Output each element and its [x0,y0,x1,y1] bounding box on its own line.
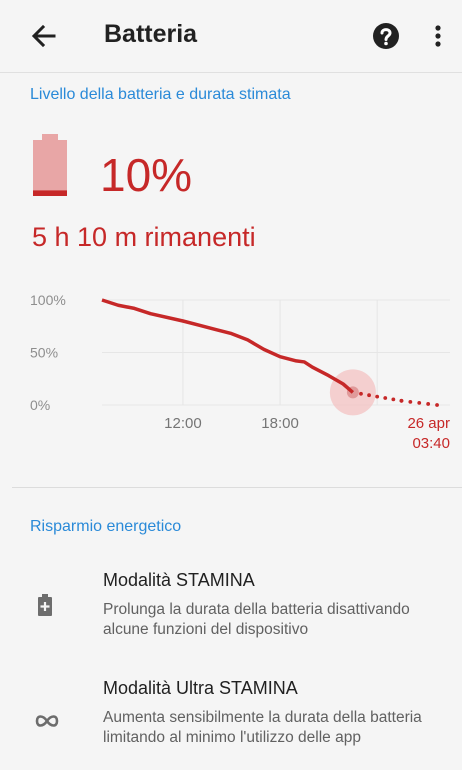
ultra-stamina-mode-description: Aumenta sensibilmente la durata della ba… [103,709,422,746]
battery-plus-icon [38,594,52,616]
battery-level-line [101,298,355,394]
help-button[interactable] [370,20,402,52]
y-tick-label: 50% [30,345,58,361]
infinity-icon [35,715,59,727]
arrow-left-icon [31,24,56,48]
projection-dot [391,397,396,402]
projection-dot [367,393,371,398]
projection-dot [435,403,439,407]
end-date-label: 26 apr [407,415,450,432]
projection-dot [417,401,422,405]
projection-dot [408,399,413,404]
help-circle-icon [373,23,399,49]
more-vert-icon [435,25,441,47]
projection-dot [375,394,380,399]
section-divider [12,487,462,488]
battery-percentage: 10% [100,149,193,201]
stamina-mode-title: Modalità STAMINA [103,570,255,590]
stamina-mode-item[interactable]: Modalità STAMINA Prolunga la durata dell… [0,560,462,650]
ultra-stamina-mode-item[interactable]: Modalità Ultra STAMINA Aumenta sensibilm… [0,668,462,770]
end-time-label: 03:40 [412,435,450,452]
projection-dot [426,402,431,406]
x-tick-label: 12:00 [164,415,202,432]
stamina-mode-description: Prolunga la durata della batteria disatt… [103,601,410,638]
page-title: Batteria [104,20,198,48]
x-tick-label: 18:00 [261,415,299,432]
back-button[interactable] [26,18,62,54]
projection-dot [359,391,363,396]
projection-dot [383,396,388,400]
projection-dot [399,398,404,403]
app-bar: Batteria [0,0,462,73]
ultra-stamina-mode-title: Modalità Ultra STAMINA [103,678,298,698]
time-remaining: 5 h 10 m rimanenti [32,222,256,252]
power-saving-header: Risparmio energetico [30,518,182,535]
y-tick-label: 0% [30,397,50,413]
battery-section-header: Livello della batteria e durata stimata [30,86,291,103]
more-options-button[interactable] [424,20,452,52]
y-tick-label: 100% [30,292,66,308]
battery-usage-chart: 100% 50% 0% 12:00 18:00 26 apr 03:40 [30,292,450,452]
battery-level-icon [30,134,70,200]
